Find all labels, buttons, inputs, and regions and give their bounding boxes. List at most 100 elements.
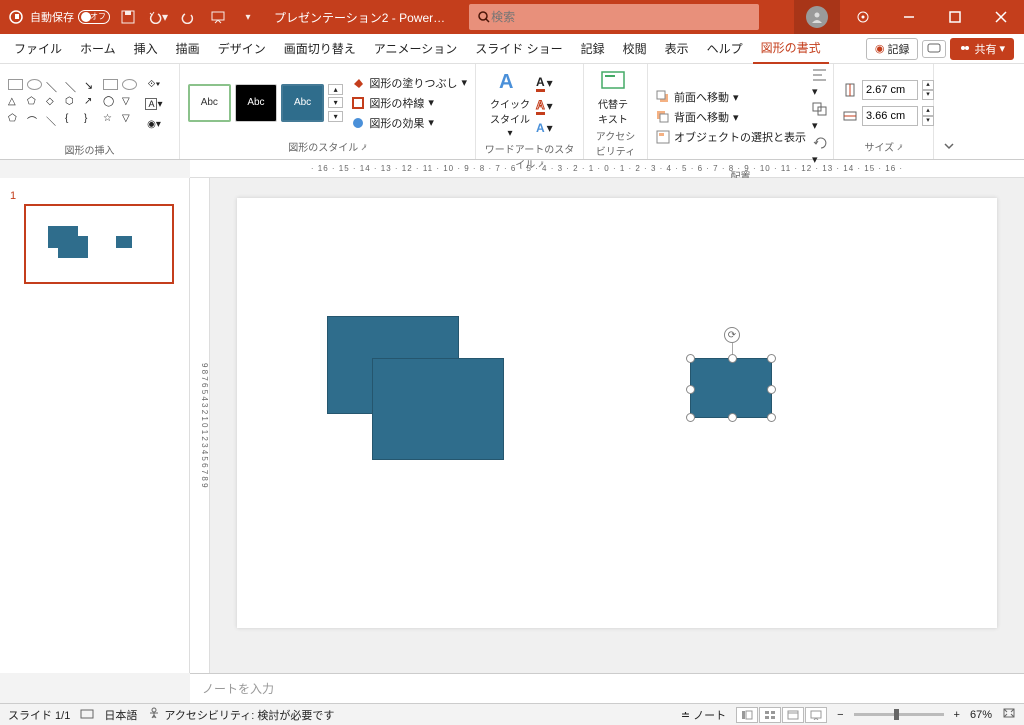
minimize-button[interactable] [886, 0, 932, 34]
tab-help[interactable]: ヘルプ [699, 34, 751, 63]
height-field[interactable]: ▴▾ [842, 80, 934, 100]
text-box-button[interactable]: A▾ [144, 95, 164, 113]
height-down[interactable]: ▾ [922, 90, 934, 100]
sel-handle-n[interactable] [728, 354, 737, 363]
bring-forward-icon [656, 90, 670, 104]
style-preset-1[interactable]: Abc [188, 84, 231, 122]
tab-design[interactable]: デザイン [210, 34, 274, 63]
autosave-label: 自動保存 [30, 9, 74, 25]
sel-handle-s[interactable] [728, 413, 737, 422]
save-button[interactable] [116, 5, 140, 29]
view-normal-button[interactable] [736, 707, 758, 723]
collapse-ribbon-button[interactable] [934, 64, 964, 159]
notes-pane[interactable]: ノートを入力 [190, 673, 1024, 703]
tab-file[interactable]: ファイル [6, 34, 70, 63]
shape-fill-button[interactable]: 図形の塗りつぶし ▾ [351, 75, 467, 91]
style-preset-3[interactable]: Abc [281, 84, 324, 122]
sel-handle-sw[interactable] [686, 413, 695, 422]
accessibility-icon [147, 707, 161, 719]
redo-button[interactable] [176, 5, 200, 29]
help-tips-button[interactable] [840, 0, 886, 34]
size-launcher[interactable]: ⭷ [897, 143, 903, 153]
rotate-handle[interactable]: ⟳ [724, 327, 740, 343]
group-label-shapes: 図形の挿入 [8, 140, 171, 157]
zoom-out-button[interactable]: − [837, 709, 843, 721]
record-button[interactable]: ◉記録 [866, 38, 919, 60]
shape-rectangle-selected[interactable]: ⟳ [690, 358, 772, 418]
width-down[interactable]: ▾ [922, 116, 934, 126]
tab-view[interactable]: 表示 [657, 34, 697, 63]
tab-record[interactable]: 記録 [573, 34, 613, 63]
shapes-gallery[interactable]: ＼＼↘ △⬠◇⬡↗◯▽ ⬠⌒＼{}☆▽ [8, 79, 140, 129]
height-icon [842, 82, 858, 98]
sel-handle-ne[interactable] [767, 354, 776, 363]
search-box[interactable] [469, 4, 759, 30]
sel-handle-se[interactable] [767, 413, 776, 422]
avatar-icon [806, 6, 828, 28]
height-up[interactable]: ▴ [922, 80, 934, 90]
close-button[interactable] [978, 0, 1024, 34]
status-language[interactable]: 日本語 [104, 707, 137, 723]
group-label-style: 図形のスタイル [288, 143, 358, 154]
fit-to-window-button[interactable] [1002, 707, 1016, 722]
text-fill-button[interactable]: A▾ [536, 75, 553, 92]
undo-button[interactable]: ▾ [146, 5, 170, 29]
alt-text-button[interactable]: 代替テ キスト [592, 68, 634, 126]
toggle-switch-icon: オフ [78, 10, 110, 24]
align-button[interactable]: ▾ [812, 68, 830, 98]
quick-style-button[interactable]: A クイック スタイル▾ [484, 68, 536, 139]
tab-draw[interactable]: 描画 [168, 34, 208, 63]
rotate-button[interactable]: ▾ [812, 136, 830, 166]
bring-forward-button[interactable]: 前面へ移動 ▾ [656, 89, 806, 105]
selection-pane-button[interactable]: オブジェクトの選択と表示 [656, 129, 806, 145]
style-launcher[interactable]: ⭷ [361, 143, 367, 153]
height-input[interactable] [862, 80, 918, 100]
maximize-button[interactable] [932, 0, 978, 34]
text-effects-button[interactable]: A▾ [536, 121, 553, 135]
shape-effects-button[interactable]: 図形の効果 ▾ [351, 115, 467, 131]
width-field[interactable]: ▴▾ [842, 106, 934, 126]
width-input[interactable] [862, 106, 918, 126]
slide-thumbnail-panel: 1 [0, 178, 190, 673]
tab-review[interactable]: 校閲 [615, 34, 655, 63]
view-slideshow-button[interactable] [805, 707, 827, 723]
sel-handle-nw[interactable] [686, 354, 695, 363]
autosave-toggle[interactable]: 自動保存 オフ [30, 9, 110, 25]
tab-shape-format[interactable]: 図形の書式 [753, 33, 829, 64]
shape-outline-button[interactable]: 図形の枠線 ▾ [351, 95, 467, 111]
edit-shape-button[interactable]: ⟐▾ [144, 75, 164, 93]
share-button[interactable]: 共有 ▾ [950, 38, 1014, 60]
tab-insert[interactable]: 挿入 [126, 34, 166, 63]
width-up[interactable]: ▴ [922, 106, 934, 116]
zoom-in-button[interactable]: + [954, 709, 960, 721]
style-gallery-more[interactable]: ▴▾▾ [328, 84, 343, 122]
zoom-slider[interactable] [854, 713, 944, 716]
search-input[interactable] [491, 10, 751, 24]
view-reading-button[interactable] [782, 707, 804, 723]
shape-rectangle-front[interactable] [372, 358, 504, 460]
send-backward-button[interactable]: 背面へ移動 ▾ [656, 109, 806, 125]
comments-button[interactable] [922, 40, 946, 58]
slideshow-quick-button[interactable] [206, 5, 230, 29]
merge-shapes-button[interactable]: ◉▾ [144, 115, 164, 133]
status-accessibility[interactable]: アクセシビリティ: 検討が必要です [147, 707, 334, 723]
tab-slideshow[interactable]: スライド ショー [467, 34, 570, 63]
tab-animations[interactable]: アニメーション [366, 34, 466, 63]
tab-home[interactable]: ホーム [72, 34, 124, 63]
account-button[interactable] [794, 0, 840, 34]
slide-canvas[interactable]: ⟳ [237, 198, 997, 628]
style-preset-2[interactable]: Abc [235, 84, 278, 122]
notes-toggle-button[interactable]: ≐ ノート [681, 707, 726, 723]
group-icon [812, 102, 830, 116]
text-outline-button[interactable]: A▾ [536, 98, 553, 115]
status-slide-number[interactable]: スライド 1/1 [8, 707, 70, 723]
view-sorter-button[interactable] [759, 707, 781, 723]
group-button[interactable]: ▾ [812, 102, 830, 132]
zoom-level[interactable]: 67% [970, 709, 992, 721]
tab-transitions[interactable]: 画面切り替え [276, 34, 364, 63]
sel-handle-e[interactable] [767, 385, 776, 394]
status-predictive-button[interactable] [80, 707, 94, 722]
quickaccess-more[interactable]: ▾ [236, 5, 260, 29]
slide-thumbnail-1[interactable] [24, 204, 174, 284]
sel-handle-w[interactable] [686, 385, 695, 394]
